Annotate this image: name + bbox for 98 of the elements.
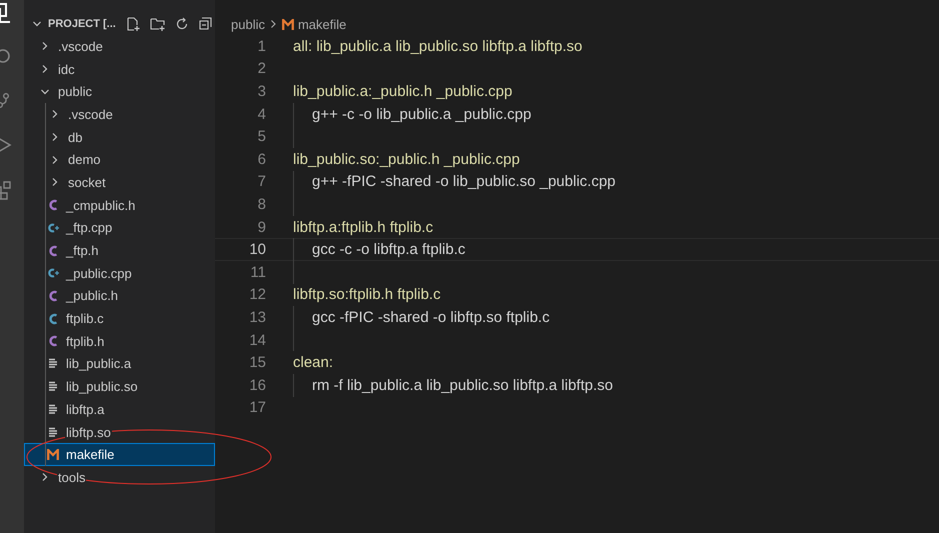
item-label: public xyxy=(57,84,93,100)
c-file-icon xyxy=(48,335,58,348)
item-label: .vscode xyxy=(57,38,104,54)
chevron-right-icon xyxy=(50,109,60,120)
chevron-down-icon xyxy=(40,86,50,97)
code-line: libftp.a:ftplib.h ftplib.c xyxy=(293,218,434,236)
item-label: db xyxy=(67,130,84,145)
file-item[interactable]: _ftp.h xyxy=(24,239,215,262)
file-item[interactable]: makefile xyxy=(24,443,215,466)
new-folder-icon[interactable] xyxy=(150,16,166,32)
folder-item[interactable]: idc xyxy=(24,58,215,80)
line-number: 7 xyxy=(256,173,266,190)
folder-item[interactable]: db xyxy=(24,126,215,148)
item-label: ftplib.c xyxy=(65,311,105,326)
file-item[interactable]: lib_public.a xyxy=(24,352,215,376)
item-label: _public.h xyxy=(65,288,120,304)
file-item[interactable]: libftp.a xyxy=(24,398,215,421)
line-number: 14 xyxy=(248,332,266,349)
chevron-right-icon xyxy=(50,154,60,165)
chevron-right-icon xyxy=(40,64,50,74)
c-file-icon xyxy=(48,290,58,302)
code-line: gcc -c -o libftp.a ftplib.c xyxy=(312,241,466,258)
chevron-right-icon xyxy=(40,472,50,482)
item-label: makefile xyxy=(65,447,116,462)
item-label: .vscode xyxy=(67,106,114,122)
line-number: 5 xyxy=(256,128,266,146)
code-line: g++ -fPIC -shared -o lib_public.so _public.cpp xyxy=(312,173,616,190)
line-number: 9 xyxy=(256,218,266,236)
line-number: 17 xyxy=(248,399,266,416)
folder-item[interactable]: public xyxy=(24,80,215,104)
code-line: lib_public.so:_public.h _public.cpp xyxy=(293,150,520,168)
c-file-icon xyxy=(48,199,58,212)
code-line: rm -f lib_public.a lib_public.so libftp.a libftp.so xyxy=(312,376,613,394)
line-number: 13 xyxy=(248,308,266,326)
text-lines-icon xyxy=(48,426,58,438)
item-label: libftp.so xyxy=(65,424,112,440)
m-letter-icon xyxy=(282,18,294,30)
new-file-icon[interactable] xyxy=(126,16,141,32)
item-label: tools xyxy=(57,470,86,485)
code-line: g++ -c -o lib_public.a _public.cpp xyxy=(312,106,532,123)
collapse-all-icon[interactable] xyxy=(198,17,212,31)
c-file-icon xyxy=(48,312,58,325)
code-line: gcc -fPIC -shared -o libftp.so ftplib.c xyxy=(312,308,550,326)
file-item[interactable]: libftp.so xyxy=(24,420,215,444)
folder-item[interactable]: .vscode xyxy=(24,103,215,126)
c-file-icon xyxy=(48,244,58,257)
item-label: _public.cpp xyxy=(65,266,133,281)
item-label: _ftp.cpp xyxy=(65,220,114,236)
code-line: libftp.so:ftplib.h ftplib.c xyxy=(293,286,441,304)
folder-item[interactable]: .vscode xyxy=(24,35,215,58)
item-label: lib_public.a xyxy=(65,356,132,372)
cpp-file-icon xyxy=(47,222,59,234)
file-item[interactable]: ftplib.c xyxy=(24,307,215,330)
folder-item[interactable]: tools xyxy=(24,466,215,489)
line-number: 3 xyxy=(256,82,266,100)
folder-item[interactable]: socket xyxy=(24,171,215,194)
file-item[interactable]: lib_public.so xyxy=(24,375,215,398)
file-item[interactable]: _ftp.cpp xyxy=(24,216,215,240)
line-number: 10 xyxy=(248,241,266,258)
line-number: 1 xyxy=(256,38,266,55)
folder-item[interactable]: demo xyxy=(24,148,215,172)
text-lines-icon xyxy=(48,381,58,392)
chevron-right-icon xyxy=(50,132,60,142)
item-label: libftp.a xyxy=(65,402,106,417)
item-label: _cmpublic.h xyxy=(65,198,136,213)
item-label: ftplib.h xyxy=(65,334,106,349)
explorer-title: PROJECT [... xyxy=(48,18,116,30)
item-label: socket xyxy=(67,174,107,190)
chevron-right-icon xyxy=(268,19,278,29)
refresh-icon[interactable] xyxy=(174,17,189,31)
code-line: lib_public.a:_public.h _public.cpp xyxy=(293,82,512,100)
code-line: clean: xyxy=(293,354,334,372)
item-label: _ftp.h xyxy=(65,243,100,258)
line-number: 6 xyxy=(256,150,266,168)
m-letter-icon xyxy=(47,449,59,460)
chevron-right-icon xyxy=(50,177,60,188)
item-label: demo xyxy=(67,152,102,168)
line-number: 15 xyxy=(248,354,266,372)
file-item[interactable]: ftplib.h xyxy=(24,330,215,353)
line-number: 11 xyxy=(249,264,266,281)
text-lines-icon xyxy=(48,358,58,370)
line-number: 8 xyxy=(256,196,266,213)
chevron-right-icon xyxy=(40,41,50,52)
item-label: lib_public.so xyxy=(65,379,139,394)
file-item[interactable]: _public.h xyxy=(24,284,215,308)
file-item[interactable]: _cmpublic.h xyxy=(24,194,215,216)
breadcrumb-file[interactable]: makefile xyxy=(298,16,346,32)
breadcrumb-folder[interactable]: public xyxy=(231,16,265,32)
line-number: 4 xyxy=(256,106,266,123)
item-label: idc xyxy=(57,62,76,77)
file-item[interactable]: _public.cpp xyxy=(24,262,215,285)
text-lines-icon xyxy=(48,404,58,415)
line-number: 2 xyxy=(256,60,266,78)
line-number: 12 xyxy=(248,286,266,304)
code-line: all: lib_public.a lib_public.so libftp.a libftp.so xyxy=(293,38,582,55)
cpp-file-icon xyxy=(47,267,59,280)
chevron-down-icon xyxy=(32,19,42,29)
line-number: 16 xyxy=(248,376,266,394)
